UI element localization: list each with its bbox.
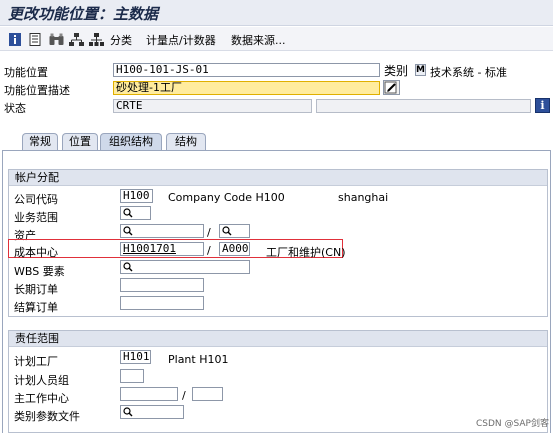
- document-icon[interactable]: [28, 31, 42, 47]
- structure-icon[interactable]: [88, 31, 104, 47]
- search-icon: [123, 407, 133, 417]
- info-icon[interactable]: [8, 31, 22, 47]
- watermark: CSDN @SAP剑客: [476, 419, 549, 429]
- catalog-profile-field[interactable]: [120, 405, 184, 419]
- tab-structure[interactable]: 结构: [166, 133, 206, 151]
- cost-center-text: 工厂和维护(CN): [266, 246, 346, 259]
- status-info-icon[interactable]: i: [535, 98, 550, 113]
- search-icon: [123, 262, 133, 272]
- wbs-field[interactable]: [120, 260, 250, 274]
- long-text-button[interactable]: [383, 80, 400, 95]
- func-loc-label: 功能位置: [4, 66, 48, 79]
- standing-order-label: 长期订单: [14, 283, 58, 296]
- planner-group-field[interactable]: [120, 369, 144, 383]
- company-code-field[interactable]: H100: [120, 189, 153, 203]
- cost-center-slash: /: [207, 244, 211, 257]
- tab-strip: 常规 位置 组织结构 结构: [0, 133, 553, 151]
- user-status-field: [316, 99, 531, 113]
- work-center-field[interactable]: [120, 387, 178, 401]
- standing-order-field[interactable]: [120, 278, 204, 292]
- pencil-icon: [384, 81, 397, 94]
- func-loc-desc-label: 功能位置描述: [4, 84, 70, 97]
- asset-sub-field[interactable]: [219, 224, 250, 238]
- controlling-area-field[interactable]: A000: [219, 242, 250, 256]
- title-bar: 更改功能位置：主数据: [0, 0, 553, 26]
- work-center-slash: /: [182, 389, 186, 402]
- planning-plant-field[interactable]: H101: [120, 350, 151, 364]
- application-toolbar: 分类 计量点/计数器 数据来源...: [0, 27, 553, 51]
- cost-center-label: 成本中心: [14, 246, 58, 259]
- status-label: 状态: [4, 102, 26, 115]
- category-label: 类别: [384, 64, 409, 78]
- func-loc-field[interactable]: H100-101-JS-01: [113, 63, 380, 77]
- search-icon: [222, 226, 232, 236]
- window-title: 更改功能位置：主数据: [8, 5, 159, 23]
- tab-organization[interactable]: 组织结构: [100, 133, 162, 151]
- company-code-label: 公司代码: [14, 193, 58, 206]
- status-field: CRTE: [113, 99, 312, 113]
- hierarchy-icon[interactable]: [68, 31, 84, 47]
- cost-center-field[interactable]: H1001701: [120, 242, 204, 256]
- search-icon: [123, 226, 133, 236]
- business-area-field[interactable]: [120, 206, 151, 220]
- classify-button[interactable]: 分类: [110, 32, 132, 48]
- tab-location[interactable]: 位置: [62, 133, 98, 151]
- category-code: M: [415, 64, 426, 76]
- settlement-order-field[interactable]: [120, 296, 204, 310]
- company-city: shanghai: [338, 191, 389, 204]
- business-area-label: 业务范围: [14, 211, 58, 224]
- asset-main-field[interactable]: [120, 224, 204, 238]
- search-icon: [123, 208, 133, 218]
- settlement-order-label: 结算订单: [14, 301, 58, 314]
- binoculars-icon[interactable]: [48, 31, 64, 47]
- responsibility-title: 责任范围: [9, 331, 547, 347]
- planning-plant-label: 计划工厂: [14, 355, 58, 368]
- catalog-profile-label: 类别参数文件: [14, 410, 80, 423]
- asset-slash: /: [207, 226, 211, 239]
- data-origin-button[interactable]: 数据来源...: [231, 32, 286, 48]
- account-assignment-title: 帐户分配: [9, 170, 547, 186]
- wbs-label: WBS 要素: [14, 265, 65, 278]
- tab-general[interactable]: 常规: [22, 133, 58, 151]
- func-loc-desc-field[interactable]: 砂处理-1工厂: [113, 81, 380, 95]
- category-text: 技术系统 - 标准: [430, 66, 507, 79]
- work-center-plant-field[interactable]: [192, 387, 223, 401]
- planning-plant-text: Plant H101: [168, 353, 229, 366]
- responsibility-group: 责任范围: [8, 330, 548, 433]
- work-center-label: 主工作中心: [14, 392, 69, 405]
- company-code-text: Company Code H100: [168, 191, 285, 204]
- planner-group-label: 计划人员组: [14, 374, 69, 387]
- measuring-points-button[interactable]: 计量点/计数器: [146, 32, 216, 48]
